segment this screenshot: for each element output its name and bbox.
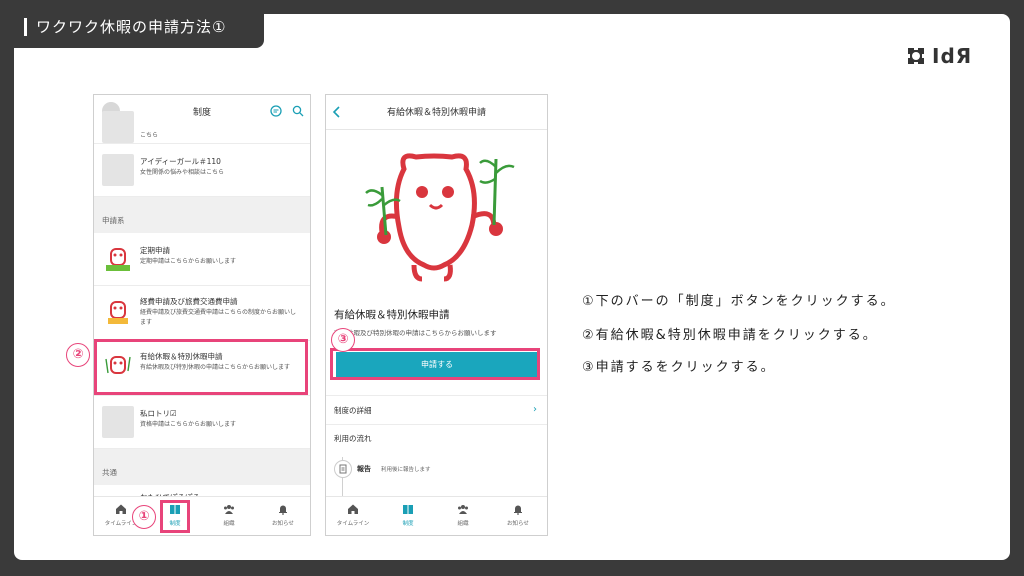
phone-screen-paid-leave-detail: 有給休暇＆特別休暇申請 有給休暇＆特別休暇申請 有給休暇及び特別休暇の申請はこち… bbox=[325, 94, 548, 536]
people-icon bbox=[224, 505, 234, 514]
tab-seido[interactable]: 制度 bbox=[381, 503, 435, 527]
phone-screen-seido-list: 制度 こちら アイディーガール＃110 女性関係の悩みや相談はこちら 申請系 定… bbox=[93, 94, 311, 536]
list-item[interactable]: アイディーガール＃110 女性関係の悩みや相談はこちら bbox=[94, 144, 310, 197]
tab-timeline[interactable]: タイムライン bbox=[326, 503, 380, 527]
flow-step-title: 報告 bbox=[357, 465, 371, 473]
home-icon bbox=[116, 504, 126, 514]
plan-heading: 有給休暇＆特別休暇申請 bbox=[334, 309, 450, 321]
page-title: 有給休暇＆特別休暇申請 bbox=[386, 108, 486, 118]
step-marker-1: ① bbox=[132, 505, 156, 529]
highlight-apply-button bbox=[330, 348, 540, 380]
placeholder-image-icon bbox=[102, 154, 134, 186]
placeholder-image-icon bbox=[102, 406, 134, 438]
highlight-paid-leave-row bbox=[94, 339, 308, 395]
list-item[interactable]: 定期申請 定期申請はこちらからお願いします bbox=[94, 233, 310, 286]
app-header: 有給休暇＆特別休暇申請 bbox=[326, 95, 547, 130]
tab-organization[interactable]: 組織 bbox=[202, 503, 256, 527]
panda-bamboo-illustration bbox=[365, 153, 515, 282]
slide-title: ワクワク休暇の申請方法① bbox=[36, 18, 227, 36]
tab-notifications[interactable]: お知らせ bbox=[256, 503, 310, 527]
book-icon bbox=[403, 505, 413, 514]
flow-step-desc: 利用後に報告します bbox=[381, 467, 431, 473]
chat-icon[interactable] bbox=[270, 105, 282, 117]
panda-illustration-icon bbox=[108, 301, 128, 324]
bell-icon bbox=[514, 505, 522, 515]
title-accent-bar bbox=[24, 18, 27, 36]
bottom-tab-bar: タイムライン 制度 組織 お知らせ bbox=[94, 496, 310, 535]
search-icon[interactable] bbox=[292, 105, 304, 117]
highlight-seido-tab bbox=[160, 500, 190, 533]
document-icon bbox=[334, 460, 352, 478]
instruction-step-3: ③申請するをクリックする。 bbox=[582, 360, 776, 375]
company-logo: IdЯ bbox=[906, 44, 972, 68]
logo-mark-icon bbox=[906, 46, 926, 66]
bottom-tab-bar: タイムライン 制度 組織 お知らせ bbox=[326, 496, 547, 535]
instruction-step-2: ②有給休暇&特別休暇申請をクリックする。 bbox=[582, 328, 878, 343]
list-item[interactable]: 経費申請及び旅費交通費申請 経費申請及び旅費交通費申請はこちらの制度からお願いし… bbox=[94, 286, 310, 341]
bell-icon bbox=[279, 505, 287, 515]
plan-details-link[interactable]: 制度の詳細 › bbox=[326, 395, 547, 425]
instruction-step-1: ①下のバーの「制度」ボタンをクリックする。 bbox=[582, 294, 896, 309]
panda-illustration-icon bbox=[106, 248, 130, 271]
placeholder-image-icon bbox=[102, 111, 134, 143]
logo-text: IdЯ bbox=[932, 44, 973, 68]
list-item[interactable]: こちら bbox=[94, 111, 310, 144]
usage-flow-heading: 利用の流れ bbox=[334, 434, 372, 443]
list-item[interactable]: 私ロトリ☑ 資格申請はこちらからお願いします bbox=[94, 396, 310, 449]
chevron-right-icon: › bbox=[533, 404, 537, 415]
home-icon bbox=[348, 504, 358, 514]
tab-notifications[interactable]: お知らせ bbox=[491, 503, 545, 527]
section-header: 申請系 bbox=[94, 197, 310, 233]
people-icon bbox=[458, 505, 468, 514]
tab-organization[interactable]: 組織 bbox=[436, 503, 490, 527]
plan-description: 有給休暇及び特別休暇の申請はこちらからお願いします bbox=[334, 329, 497, 337]
step-marker-2: ② bbox=[66, 343, 90, 367]
step-marker-3: ③ bbox=[331, 328, 355, 352]
section-header: 共通 bbox=[94, 449, 310, 485]
